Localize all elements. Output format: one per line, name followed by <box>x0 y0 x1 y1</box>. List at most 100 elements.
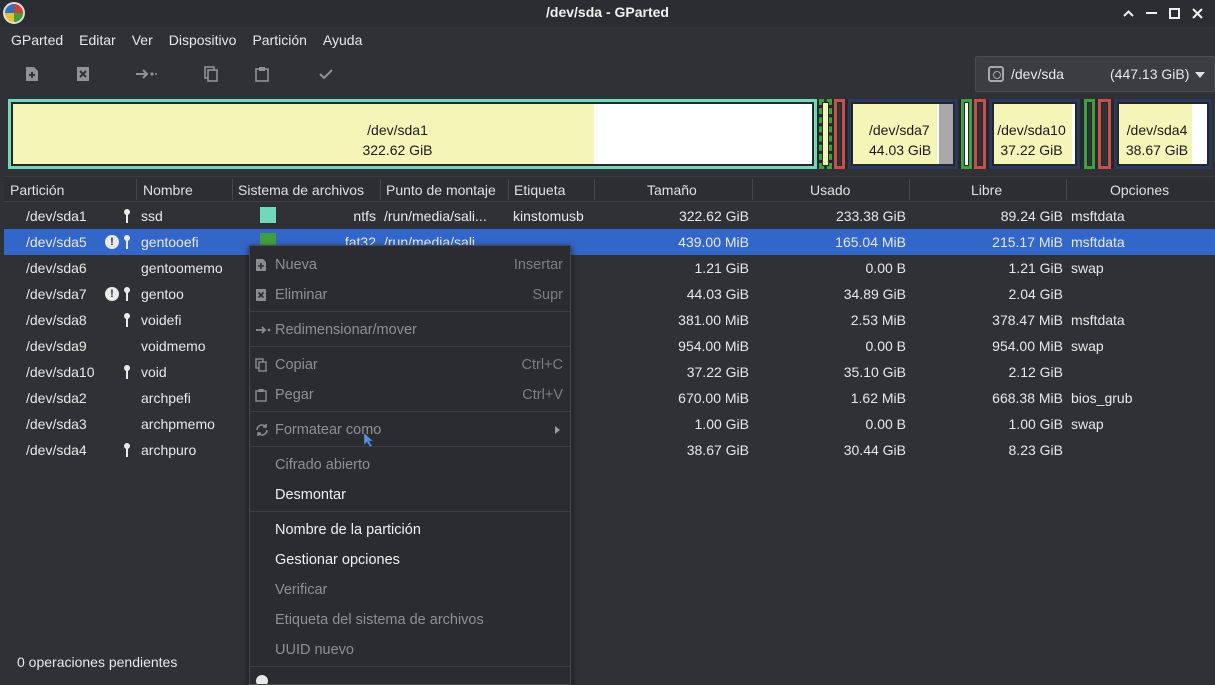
resize-move-button[interactable] <box>134 63 158 85</box>
disk-block-size: 38.67 GiB <box>1125 142 1189 158</box>
context-menu-item[interactable]: Pegar Ctrl+V <box>250 380 570 410</box>
cell-used: 30.44 GiB <box>843 442 906 458</box>
column-header-particion[interactable]: Partición <box>10 182 64 198</box>
disk-block-sda10[interactable]: /dev/sda10 37.22 GiB <box>989 99 1080 169</box>
cell-free: 215.17 MiB <box>992 234 1063 250</box>
table-row[interactable]: /dev/sda10 void 37.22 GiB 35.10 GiB 2.12 GiB <box>4 359 1215 385</box>
disk-block-sda2[interactable] <box>1084 99 1095 169</box>
cell-flags: msftdata <box>1071 312 1125 328</box>
column-header-opciones[interactable]: Opciones <box>1110 182 1169 198</box>
new-icon <box>255 258 269 272</box>
disk-block-sda7[interactable]: /dev/sda7 44.03 GiB <box>848 99 958 169</box>
context-menu-accelerator: Ctrl+C <box>521 357 564 373</box>
cell-filesystem: ntfs <box>353 208 376 224</box>
apply-button[interactable] <box>314 63 338 85</box>
disk-block-sda5[interactable] <box>819 99 832 169</box>
menu-ayuda[interactable]: Ayuda <box>315 27 370 55</box>
column-header-etiqueta[interactable]: Etiqueta <box>514 182 565 198</box>
toolbar <box>0 57 960 91</box>
status-bar: 0 operaciones pendientes <box>0 640 1215 680</box>
cell-name: archpmemo <box>141 416 215 432</box>
new-partition-icon <box>26 67 38 81</box>
column-header-tamano[interactable]: Tamaño <box>647 182 697 198</box>
context-menu-item[interactable]: Desmontar <box>250 480 570 510</box>
cell-name: voidmemo <box>141 338 206 354</box>
minimize-icon[interactable] <box>1142 3 1161 23</box>
mounted-key-icon <box>122 209 132 223</box>
warning-icon: ! <box>105 287 119 301</box>
context-menu-label: Cifrado abierto <box>275 457 371 473</box>
copy-icon <box>204 66 218 82</box>
chevron-down-icon <box>1195 72 1205 78</box>
disk-block-sda6[interactable] <box>834 99 845 169</box>
cell-used: 2.53 MiB <box>850 312 906 328</box>
mounted-key-icon <box>122 443 132 457</box>
paste-button[interactable] <box>250 63 274 85</box>
context-menu-accelerator: Ctrl+V <box>522 387 563 403</box>
table-row[interactable]: /dev/sda6 gentoomemo 1.21 GiB 0.00 B 1.21 Gi… <box>4 255 1215 281</box>
menu-gparted[interactable]: GParted <box>3 27 71 55</box>
table-row[interactable]: /dev/sda5! gentooefi fat32/run/media/sali.… <box>4 229 1215 255</box>
context-menu-item[interactable]: Nueva Insertar <box>250 250 570 280</box>
column-header-sistema[interactable]: Sistema de archivos <box>238 182 364 198</box>
context-menu-item[interactable]: Copiar Ctrl+C <box>250 350 570 380</box>
cell-name: gentooefi <box>141 234 199 250</box>
resize-icon <box>255 323 271 337</box>
menu-particion[interactable]: Partición <box>244 27 314 55</box>
table-row[interactable]: /dev/sda7! gentoo 44.03 GiB 34.89 GiB 2.04 G… <box>4 281 1215 307</box>
cell-flags: bios_grub <box>1071 390 1133 406</box>
cell-partition: /dev/sda3 <box>26 416 87 432</box>
context-menu-item[interactable]: Etiqueta del sistema de archivos <box>250 605 570 635</box>
maximize-icon[interactable] <box>1165 3 1184 23</box>
table-row[interactable]: /dev/sda1 ssd ntfs/run/media/sali... kinsto… <box>4 203 1215 229</box>
cell-flags: msftdata <box>1071 208 1125 224</box>
context-menu-item[interactable]: UUID nuevo <box>250 635 570 665</box>
context-menu-item[interactable]: Cifrado abierto <box>250 450 570 480</box>
column-header-montaje[interactable]: Punto de montaje <box>386 182 496 198</box>
table-row[interactable]: /dev/sda9 voidmemo 954.00 MiB 0.00 B 954.00 … <box>4 333 1215 359</box>
context-menu-item[interactable]: Redimensionar/mover <box>250 315 570 345</box>
copy-button[interactable] <box>199 63 223 85</box>
cell-flags: swap <box>1071 260 1104 276</box>
disk-block-sda4[interactable]: /dev/sda4 38.67 GiB <box>1114 99 1212 169</box>
cell-name: gentoomemo <box>141 260 223 276</box>
context-menu-item[interactable]: Gestionar opciones <box>250 545 570 575</box>
disk-block-sda9[interactable] <box>974 99 986 169</box>
device-selector[interactable]: /dev/sda (447.13 GiB) <box>975 56 1215 92</box>
context-menu-item[interactable]: Eliminar Supr <box>250 280 570 310</box>
delete-button[interactable] <box>71 63 95 85</box>
disk-block-sda3[interactable] <box>1098 99 1111 169</box>
pending-operations-status: 0 operaciones pendientes <box>17 654 178 670</box>
cell-name: archpefi <box>141 390 191 406</box>
table-row[interactable]: /dev/sda3archpmemomo1.00 GiB0.00 B1.00 G… <box>4 411 1215 437</box>
keep-above-icon[interactable] <box>1119 3 1138 23</box>
cell-partition: /dev/sda6 <box>26 260 87 276</box>
menu-editar[interactable]: Editar <box>71 27 124 55</box>
table-row[interactable]: /dev/sda4 archpuro 38.67 GiB 30.44 GiB 8.23 … <box>4 437 1215 463</box>
cell-size: 1.00 GiB <box>694 416 749 432</box>
disk-block-sda1[interactable]: /dev/sda1 322.62 GiB <box>8 99 817 169</box>
new-partition-button[interactable] <box>20 63 44 85</box>
context-menu-label: Copiar <box>275 357 318 373</box>
table-row[interactable]: /dev/sda8 voidefi 381.00 MiB 2.53 MiB 378.47… <box>4 307 1215 333</box>
cell-used: 0.00 B <box>865 260 906 276</box>
table-row[interactable]: /dev/sda2archpefiFI670.00 MiB1.62 MiB668… <box>4 385 1215 411</box>
context-menu-item[interactable]: Verificar <box>250 575 570 605</box>
disk-block-name: /dev/sda7 <box>869 122 930 138</box>
column-header-usado[interactable]: Usado <box>810 182 850 198</box>
close-icon[interactable] <box>1188 3 1207 23</box>
cell-flags: swap <box>1071 416 1104 432</box>
context-menu-item[interactable]: Formatear como <box>250 415 570 445</box>
disk-block-sda8[interactable] <box>961 99 972 169</box>
menu-bar: GParted Editar Ver Dispositivo Partición… <box>0 27 1215 55</box>
mounted-key-icon <box>122 365 132 379</box>
context-menu-item[interactable]: Nombre de la partición <box>250 515 570 545</box>
column-header-nombre[interactable]: Nombre <box>143 182 193 198</box>
format-icon <box>255 423 269 437</box>
menu-dispositivo[interactable]: Dispositivo <box>161 27 245 55</box>
cell-free: 89.24 GiB <box>1000 208 1063 224</box>
cell-free: 2.12 GiB <box>1008 364 1063 380</box>
menu-ver[interactable]: Ver <box>124 27 161 55</box>
column-header-libre[interactable]: Libre <box>971 182 1002 198</box>
cell-size: 37.22 GiB <box>686 364 749 380</box>
